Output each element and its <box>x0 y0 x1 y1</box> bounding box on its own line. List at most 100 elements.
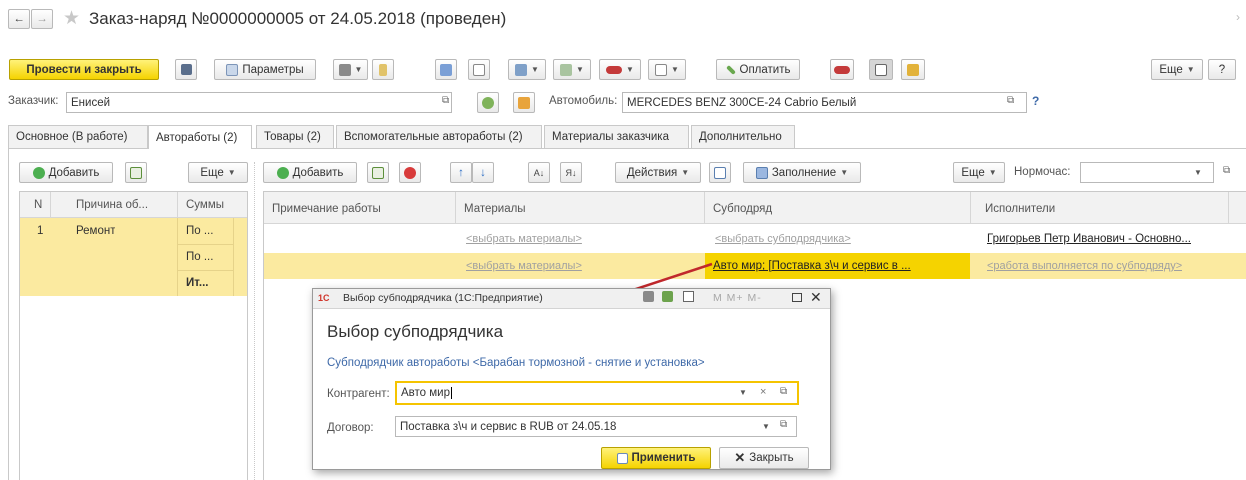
apply-button[interactable]: Применить <box>601 447 711 469</box>
back-button[interactable]: ← <box>8 9 30 29</box>
maximize-icon[interactable] <box>792 293 802 302</box>
parameters-button[interactable]: Параметры <box>214 59 316 80</box>
tab-goods[interactable]: Товары (2) <box>256 125 334 148</box>
row1-subcontract-link[interactable]: <выбрать субподрядчика> <box>715 230 851 248</box>
pay-label: Оплатить <box>739 63 791 76</box>
customer-field[interactable]: Енисей <box>66 92 452 113</box>
report-button[interactable] <box>468 59 490 80</box>
actions-button[interactable]: Действия ▼ <box>615 162 701 183</box>
car-button[interactable] <box>830 59 854 80</box>
forward-button[interactable]: → <box>31 9 53 29</box>
open-icon[interactable]: ⧉ <box>1223 165 1230 176</box>
fill-button[interactable]: Заполнение ▼ <box>743 162 861 183</box>
sort-asc-button[interactable]: A↓ <box>528 162 550 183</box>
structure-button[interactable] <box>372 59 394 80</box>
print-icon[interactable] <box>643 291 654 302</box>
apply-label: Применить <box>631 452 696 464</box>
sort-desc-button[interactable]: Я↓ <box>560 162 582 183</box>
form-button[interactable] <box>709 162 731 183</box>
more-button[interactable]: Еще ▼ <box>1151 59 1203 80</box>
help-label: ? <box>1218 63 1226 76</box>
goto-arrow-icon <box>440 63 452 76</box>
arrow-right-icon: → <box>36 13 48 25</box>
open-icon[interactable]: ⧉ <box>780 419 787 430</box>
right-add-button[interactable]: Добавить <box>263 162 357 183</box>
row2-performers-link[interactable]: <работа выполняется по субподряду> <box>987 257 1182 275</box>
post-and-close-button[interactable]: Провести и закрыть <box>9 59 159 80</box>
floppy-disk-icon <box>180 64 192 75</box>
arrow-left-icon: ← <box>13 13 25 25</box>
upload-button[interactable] <box>513 92 535 113</box>
open-icon[interactable]: ⧉ <box>1007 95 1014 106</box>
print-button[interactable]: ▼ <box>333 59 368 80</box>
dropdown-icon[interactable]: ▼ <box>1194 168 1202 177</box>
chevron-right-icon: › <box>1236 10 1240 24</box>
move-down-button[interactable]: ↓ <box>472 162 494 183</box>
tab-additional[interactable]: Дополнительно <box>691 125 795 148</box>
col-materials: Материалы <box>464 203 526 215</box>
open-icon[interactable]: ⧉ <box>442 95 449 106</box>
subcontractor-dialog <box>312 288 831 470</box>
row1-materials-link[interactable]: <выбрать материалы> <box>466 230 582 248</box>
help-button[interactable]: ? <box>1208 59 1236 80</box>
car-field[interactable]: MERCEDES BENZ 300CE-24 Cabrio Белый <box>622 92 1027 113</box>
printer-icon <box>338 63 351 76</box>
memory-buttons[interactable]: M M+ M- <box>713 292 762 304</box>
col-subcontract: Субподряд <box>713 203 773 215</box>
counterparty-clear-icon[interactable]: × <box>760 386 766 398</box>
dropdown-icon: ▼ <box>576 65 584 74</box>
calendar-icon[interactable] <box>683 291 694 302</box>
counterparty-dropdown-icon[interactable]: ▼ <box>739 388 747 397</box>
more-label: Еще <box>1159 63 1183 76</box>
plus-circle-icon <box>32 166 45 179</box>
close-dialog-button[interactable]: ✕ Закрыть <box>719 447 809 469</box>
contract-dropdown-icon[interactable]: ▼ <box>762 422 770 431</box>
dialog-caption: Выбор субподрядчика (1С:Предприятие) <box>343 292 543 304</box>
left-more-label: Еще <box>200 166 224 179</box>
right-delete-button[interactable] <box>399 162 421 183</box>
contract-value: Поставка з\ч и сервис в RUB от 24.05.18 <box>400 420 617 433</box>
contract-field[interactable]: Поставка з\ч и сервис в RUB от 24.05.18 <box>395 416 797 437</box>
right-copy-button[interactable] <box>367 162 389 183</box>
tab-autoworks[interactable]: Автоработы (2) <box>148 125 252 149</box>
close-label: Закрыть <box>749 452 794 464</box>
right-more-label: Еще <box>961 166 985 179</box>
col-divider <box>704 192 705 224</box>
close-icon[interactable]: ✕ <box>810 289 822 306</box>
customer-value: Енисей <box>71 96 111 109</box>
pay-button[interactable]: Оплатить <box>716 59 800 80</box>
apply-icon <box>616 452 628 464</box>
panel-splitter[interactable] <box>254 162 257 480</box>
calculator-icon[interactable] <box>662 291 673 302</box>
dialog-heading: Выбор субподрядчика <box>327 322 504 341</box>
create-based-button[interactable]: ▼ <box>508 59 546 80</box>
tab-main[interactable]: Основное (В работе) <box>8 125 148 148</box>
left-add-button[interactable]: Добавить <box>19 162 113 183</box>
goto-button[interactable] <box>435 59 457 80</box>
left-row-divider <box>177 270 233 271</box>
left-copy-button[interactable] <box>125 162 147 183</box>
related-docs-button[interactable]: ▼ <box>553 59 591 80</box>
row1-performers-link[interactable]: Григорьев Петр Иванович - Основно... <box>987 230 1219 248</box>
lock-button[interactable] <box>901 59 925 80</box>
document-icon <box>226 63 239 76</box>
row2-subcontract-link[interactable]: Авто мир; [Поставка з\ч и сервис в ... <box>713 257 965 275</box>
left-row-divider <box>177 244 233 245</box>
car-help-link[interactable]: ? <box>1032 94 1039 108</box>
favorite-star-icon[interactable]: ★ <box>63 7 80 30</box>
left-more-button[interactable]: Еще ▼ <box>188 162 248 183</box>
document-menu-button[interactable]: ▼ <box>648 59 686 80</box>
car-menu-button[interactable]: ▼ <box>599 59 641 80</box>
right-more-button[interactable]: Еще ▼ <box>953 162 1005 183</box>
norm-hour-label: Нормочас: <box>1014 166 1071 178</box>
move-up-button[interactable]: ↑ <box>450 162 472 183</box>
left-row-n: 1 <box>37 225 44 237</box>
copy-button[interactable] <box>869 59 893 80</box>
col-divider <box>1228 192 1229 224</box>
tab-customer-materials[interactable]: Материалы заказчика <box>544 125 689 148</box>
tab-auxiliary-works[interactable]: Вспомогательные автоработы (2) <box>336 125 542 148</box>
save-button[interactable] <box>175 59 197 80</box>
customer-info-button[interactable] <box>477 92 499 113</box>
dropdown-icon: ▼ <box>531 65 539 74</box>
open-icon[interactable]: ⧉ <box>780 386 787 397</box>
